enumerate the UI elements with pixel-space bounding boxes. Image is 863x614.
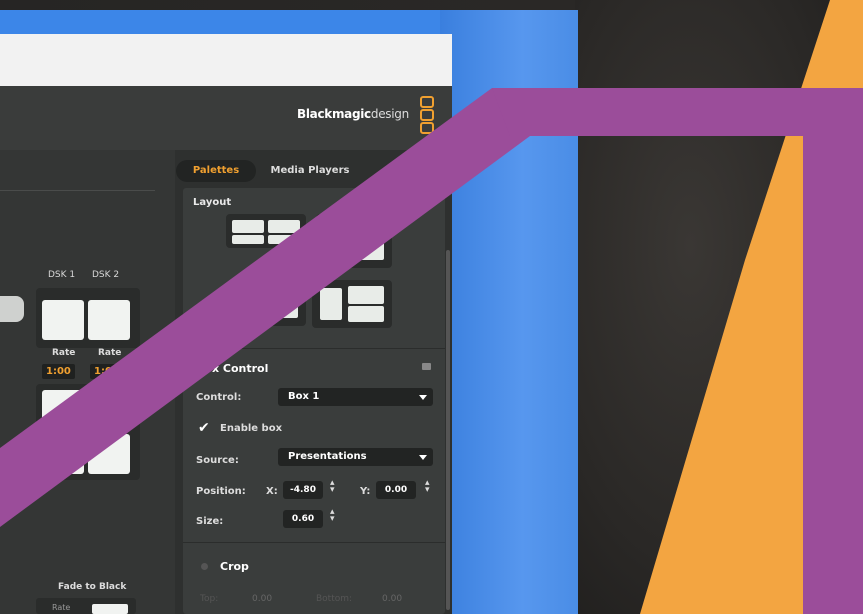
transition-slider-handle[interactable] xyxy=(0,296,24,322)
control-label: Control: xyxy=(196,392,242,403)
window-titlebar xyxy=(0,34,452,86)
position-y-stepper[interactable]: ▴ ▾ xyxy=(425,479,430,495)
crop-title: Crop xyxy=(220,560,249,573)
dsk1-rate-value[interactable]: 1:00 xyxy=(42,364,75,379)
enable-box-checkbox[interactable]: ✔ xyxy=(198,420,210,436)
dsk1-label: DSK 1 xyxy=(48,270,76,280)
section-divider xyxy=(183,348,445,349)
dsk1-onair-button[interactable] xyxy=(42,390,84,430)
crop-top-label: Top: xyxy=(200,594,219,604)
ftb-rate-label: Rate xyxy=(52,603,71,612)
size-input[interactable]: 0.60 xyxy=(283,510,323,528)
size-label: Size: xyxy=(196,516,224,527)
wall-background xyxy=(575,0,863,614)
crop-bottom-label: Bottom: xyxy=(316,594,353,604)
tab-camera[interactable]: Co xyxy=(372,160,422,182)
monitor-glow xyxy=(440,10,578,614)
layout-option-mixed[interactable] xyxy=(316,214,392,268)
source-dropdown[interactable]: Presentations xyxy=(278,448,433,466)
fade-to-black-button[interactable] xyxy=(92,604,128,614)
y-label: Y: xyxy=(360,486,371,497)
chevron-down-icon xyxy=(419,395,427,400)
palette-scrollbar[interactable] xyxy=(446,250,450,610)
dsk1-auto-button[interactable] xyxy=(42,434,84,474)
collapse-icon[interactable] xyxy=(422,363,431,370)
position-x-input[interactable]: -4.80 xyxy=(283,481,323,499)
dsk2-tie-button[interactable] xyxy=(88,300,130,340)
control-dropdown-value: Box 1 xyxy=(288,391,320,402)
source-label: Source: xyxy=(196,455,239,466)
tab-palettes[interactable]: Palettes xyxy=(176,160,256,182)
panel-divider xyxy=(0,190,155,191)
position-x-stepper[interactable]: ▴ ▾ xyxy=(330,479,335,495)
position-label: Position: xyxy=(196,486,246,497)
switcher-panel xyxy=(0,150,175,614)
box-control-title: Box Control xyxy=(196,362,269,375)
dsk2-auto-button[interactable] xyxy=(88,434,130,474)
chevron-down-icon xyxy=(419,455,427,460)
layout-option-pip[interactable] xyxy=(312,280,392,328)
control-dropdown[interactable]: Box 1 xyxy=(278,388,433,406)
layout-option-single[interactable] xyxy=(236,282,306,326)
fade-to-black-label: Fade to Black xyxy=(58,582,127,592)
crop-top-input[interactable]: 0.00 xyxy=(252,594,272,604)
layout-heading: Layout xyxy=(193,197,232,208)
dsk2-rate-label: Rate xyxy=(98,348,122,358)
x-label: X: xyxy=(266,486,278,497)
dsk1-tie-button[interactable] xyxy=(42,300,84,340)
source-dropdown-value: Presentations xyxy=(288,451,367,462)
section-divider xyxy=(183,542,445,543)
dsk2-label: DSK 2 xyxy=(92,270,120,280)
position-y-input[interactable]: 0.00 xyxy=(376,481,416,499)
dsk2-rate-value[interactable]: 1:0 xyxy=(90,364,116,379)
brand-logo-text: Blackmagicdesign xyxy=(297,107,409,121)
crop-toggle[interactable] xyxy=(201,563,208,570)
dsk1-rate-label: Rate xyxy=(52,348,76,358)
size-stepper[interactable]: ▴ ▾ xyxy=(330,508,335,524)
enable-box-label: Enable box xyxy=(220,423,283,434)
palette-tabs: Palettes Media Players Co xyxy=(176,156,452,184)
crop-bottom-input[interactable]: 0.00 xyxy=(382,594,402,604)
tab-media-players[interactable]: Media Players xyxy=(264,160,356,182)
blackmagic-logo-icon xyxy=(420,96,434,134)
layout-option-quad[interactable] xyxy=(226,214,306,248)
